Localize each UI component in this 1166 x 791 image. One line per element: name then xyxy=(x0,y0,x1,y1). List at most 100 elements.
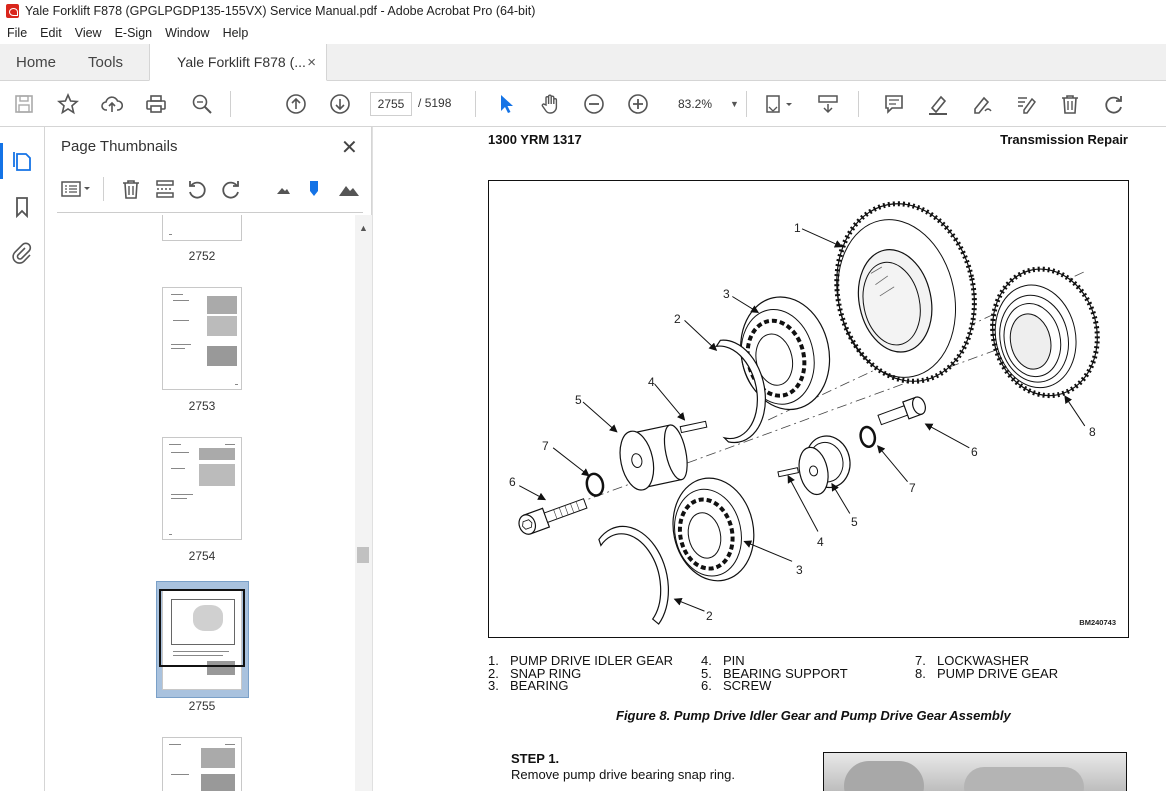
acrobat-logo-icon xyxy=(6,4,19,18)
select-cursor-icon[interactable] xyxy=(494,92,518,116)
delete-pages-icon[interactable] xyxy=(119,177,143,201)
pump-drive-idler-gear xyxy=(834,201,977,384)
tab-home[interactable]: Home xyxy=(0,44,72,80)
left-rail xyxy=(0,127,45,791)
legend-item: 8. PUMP DRIVE GEAR xyxy=(915,665,1059,681)
callout-label: 2 xyxy=(706,609,713,623)
callout-label: 3 xyxy=(723,287,730,301)
insert-pages-icon[interactable] xyxy=(153,177,177,201)
step-text: Remove pump drive bearing snap ring. xyxy=(511,767,736,782)
tab-document[interactable]: Yale Forklift F878 (... × xyxy=(149,44,328,81)
callout-label: 8 xyxy=(1089,425,1096,439)
print-icon[interactable] xyxy=(144,92,168,116)
legend-column-3: 7. LOCKWASHER 8. PUMP DRIVE GEAR xyxy=(915,654,1059,681)
panel-divider xyxy=(57,212,363,213)
callout-label: 7 xyxy=(542,439,549,453)
thumbnail-page[interactable] xyxy=(162,737,242,791)
rotate-icon[interactable] xyxy=(1102,92,1126,116)
zoom-in-icon[interactable] xyxy=(626,92,650,116)
callout-label: 1 xyxy=(794,221,801,235)
scrollbar-thumb[interactable] xyxy=(357,547,369,563)
next-page-icon[interactable] xyxy=(328,92,352,116)
thumbnail-label: 2755 xyxy=(188,699,216,713)
menu-bar: File Edit View E-Sign Window Help xyxy=(0,22,1166,44)
screw-lower xyxy=(518,498,588,535)
menu-edit[interactable]: Edit xyxy=(40,26,62,40)
delete-icon[interactable] xyxy=(1058,92,1082,116)
tab-document-label: Yale Forklift F878 (... xyxy=(177,54,306,70)
callout-label: 7 xyxy=(909,481,916,495)
bearing-support-upper xyxy=(619,424,688,491)
save-icon[interactable] xyxy=(12,92,36,116)
options-menu-icon[interactable] xyxy=(59,177,93,201)
callout-label: 6 xyxy=(509,475,516,489)
menu-window[interactable]: Window xyxy=(165,26,209,40)
find-zoom-icon[interactable] xyxy=(190,92,214,116)
zoom-out-icon[interactable] xyxy=(582,92,606,116)
page-display-icon[interactable] xyxy=(762,92,796,116)
thumbnail-label: 2754 xyxy=(188,549,216,563)
legend-item: 3. BEARING xyxy=(488,678,569,693)
hand-tool-icon[interactable] xyxy=(538,92,562,116)
pin-upper xyxy=(679,420,708,434)
thumbnail-label: 2753 xyxy=(188,399,216,413)
figure-caption: Figure 8. Pump Drive Idler Gear and Pump… xyxy=(616,708,1011,723)
thumbnail-size-slider[interactable] xyxy=(303,177,327,201)
thumbnail-viewport-box[interactable] xyxy=(159,589,245,667)
bookmark-star-icon[interactable] xyxy=(56,92,80,116)
bearing-support-right xyxy=(798,435,851,496)
page-thumbnails-panel: Page Thumbnails ✕ 2752 2753 2754 2755 ▲ xyxy=(45,127,372,791)
page-header-right: Transmission Repair xyxy=(1000,132,1128,147)
page-header-left: 1300 YRM 1317 xyxy=(488,132,582,147)
thumbnail-large-icon[interactable] xyxy=(337,177,361,201)
tab-tools[interactable]: Tools xyxy=(72,44,139,80)
page-count: / 5198 xyxy=(418,96,451,110)
attachments-icon[interactable] xyxy=(11,241,33,265)
thumbnail-label: 2752 xyxy=(188,249,216,263)
thumbnail-page[interactable] xyxy=(162,437,242,540)
page-number-input[interactable]: 2755 xyxy=(370,92,412,116)
menu-view[interactable]: View xyxy=(75,26,102,40)
menu-esign[interactable]: E-Sign xyxy=(115,26,153,40)
callout-label: 4 xyxy=(648,375,655,389)
thumbnail-small-icon[interactable] xyxy=(271,177,295,201)
callout-label: 4 xyxy=(817,535,824,549)
zoom-level-value: 83.2% xyxy=(678,97,713,111)
main-toolbar: 2755 / 5198 83.2% ▼ xyxy=(0,81,1166,127)
title-bar: Yale Forklift F878 (GPGLPGDP135-155VX) S… xyxy=(0,0,1166,22)
menu-file[interactable]: File xyxy=(7,26,27,40)
step-photo xyxy=(823,752,1127,791)
highlight-pen-icon[interactable] xyxy=(926,92,950,116)
thumbnail-scrollbar[interactable]: ▲ xyxy=(355,215,372,791)
close-panel-icon[interactable]: ✕ xyxy=(341,135,358,160)
rotate-clockwise-icon[interactable] xyxy=(219,177,243,201)
legend-item: 6. SCREW xyxy=(701,678,772,693)
bearing-lower xyxy=(672,477,755,582)
thumbnail-page[interactable] xyxy=(162,215,242,241)
bookmarks-icon[interactable] xyxy=(11,195,33,219)
rotate-counterclockwise-icon[interactable] xyxy=(185,177,209,201)
scroll-mode-icon[interactable] xyxy=(816,92,840,116)
comment-icon[interactable] xyxy=(882,92,906,116)
page-thumbnails-icon[interactable] xyxy=(0,143,33,179)
close-tab-icon[interactable]: × xyxy=(307,54,316,71)
callout-label: 5 xyxy=(851,515,858,529)
menu-help[interactable]: Help xyxy=(223,26,249,40)
snap-ring-lower xyxy=(598,525,669,625)
screw-right xyxy=(877,396,926,426)
edit-pdf-icon[interactable] xyxy=(1014,92,1038,116)
figure-code: BM240743 xyxy=(1079,618,1116,627)
scroll-up-icon[interactable]: ▲ xyxy=(359,223,368,233)
panel-title: Page Thumbnails xyxy=(61,138,178,155)
lockwasher-lower xyxy=(585,472,605,497)
document-view[interactable]: 1300 YRM 1317 Transmission Repair 1 2 3 … xyxy=(372,127,1166,791)
draw-sign-icon[interactable] xyxy=(970,92,994,116)
legend-column-1: 1. PUMP DRIVE IDLER GEAR 2. SNAP RING 3. BE… xyxy=(488,654,673,693)
callout-label: 6 xyxy=(971,445,978,459)
zoom-level-dropdown[interactable]: 83.2% ▼ xyxy=(668,92,740,116)
previous-page-icon[interactable] xyxy=(284,92,308,116)
thumbnail-page[interactable] xyxy=(162,287,242,390)
upload-cloud-icon[interactable] xyxy=(100,92,124,116)
legend-column-2: 4. PIN 5. BEARING SUPPORT 6. SCREW xyxy=(701,654,848,693)
chevron-down-icon: ▼ xyxy=(730,99,739,109)
